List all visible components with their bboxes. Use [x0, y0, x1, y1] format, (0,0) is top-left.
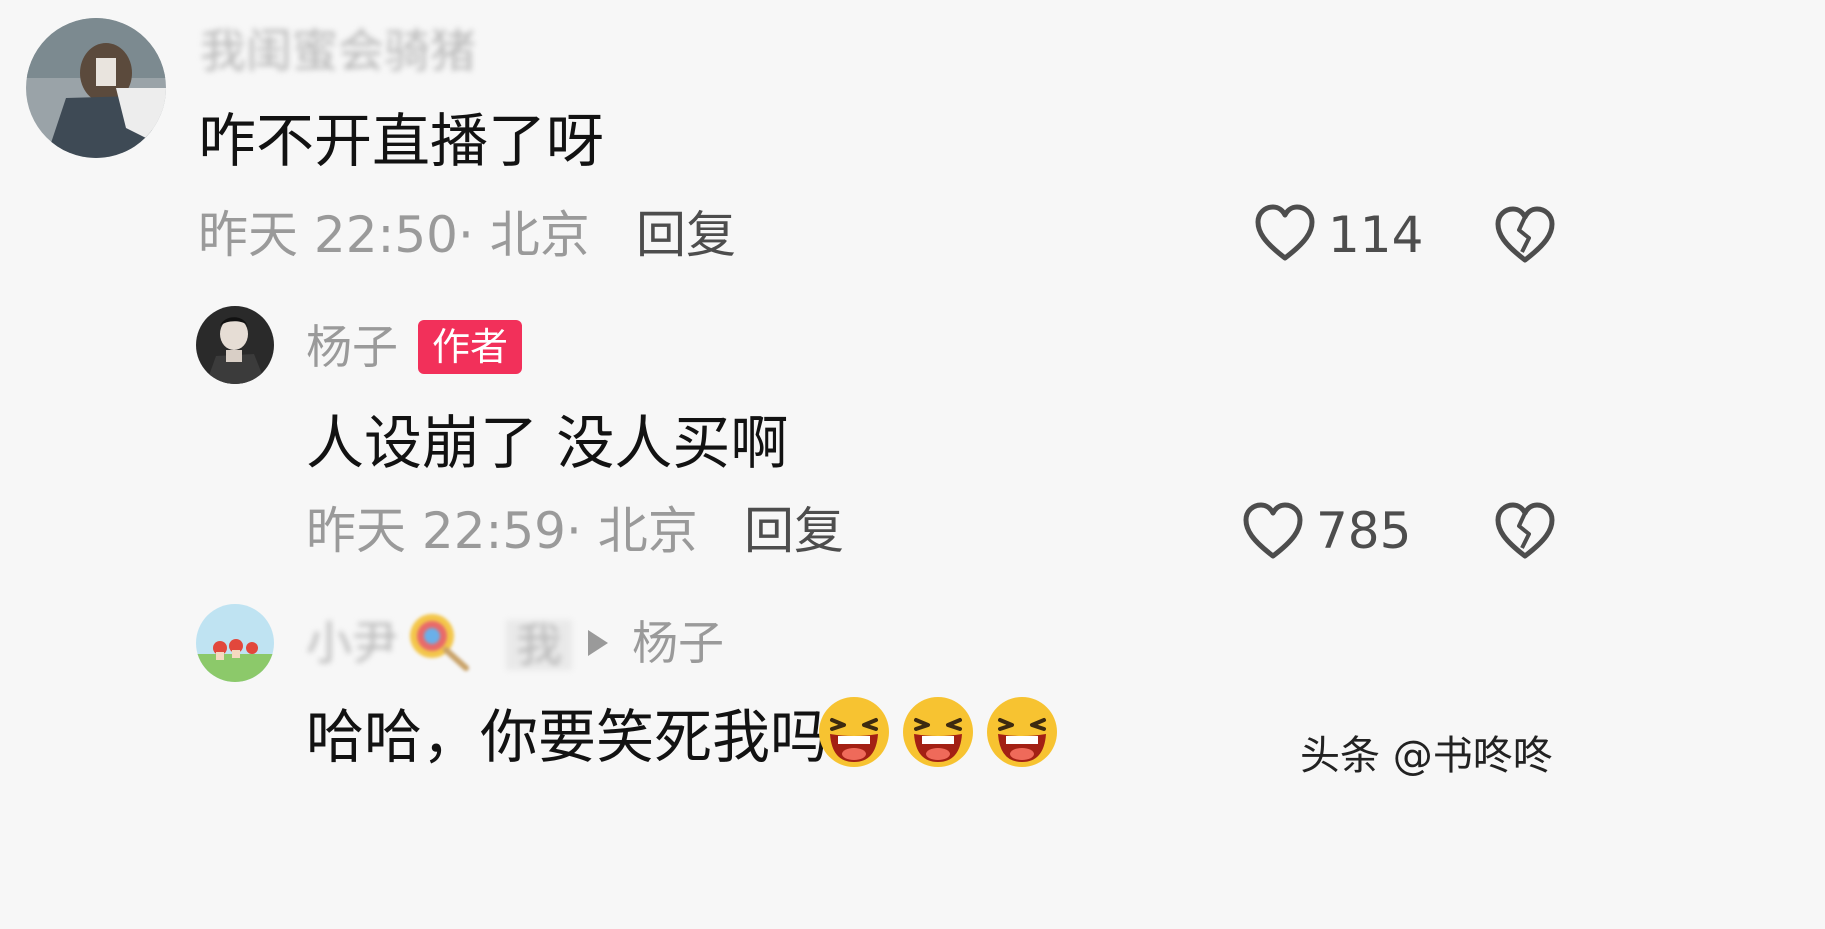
comment-text: 咋不开直播了呀 — [198, 107, 605, 175]
laughing-emoji-icon — [900, 694, 976, 770]
comment-text: 人设崩了 没人买啊 — [306, 409, 789, 477]
laughing-emoji-icon — [984, 694, 1060, 770]
comment-username[interactable]: 小尹 — [306, 620, 398, 666]
comment-time-location: 昨天 22:59· 北京 — [306, 502, 698, 560]
like-count: 785 — [1316, 502, 1412, 560]
comment-time-location: 昨天 22:50· 北京 — [198, 206, 590, 264]
triangle-right-icon — [586, 628, 610, 658]
heart-outline-icon[interactable] — [1242, 502, 1304, 560]
avatar[interactable] — [196, 306, 274, 384]
laughing-emoji-icon — [816, 694, 892, 770]
author-badge: 作者 — [418, 320, 523, 374]
username-tag: 我 — [506, 620, 572, 670]
broken-heart-icon[interactable] — [1494, 502, 1556, 560]
like-count: 114 — [1328, 206, 1424, 264]
comment-username[interactable]: 杨子 — [306, 324, 398, 370]
broken-heart-icon[interactable] — [1494, 206, 1556, 264]
comment-text: 哈哈，你要笑死我吗 — [306, 703, 829, 771]
lollipop-icon — [406, 610, 470, 672]
watermark: 头条 @书咚咚 — [1300, 733, 1553, 779]
avatar[interactable] — [26, 18, 166, 158]
reply-button[interactable]: 回复 — [636, 210, 736, 260]
avatar[interactable] — [196, 604, 274, 682]
reply-button[interactable]: 回复 — [744, 506, 844, 556]
comment-username[interactable]: 我闺蜜会骑猪 — [200, 28, 476, 74]
heart-outline-icon[interactable] — [1254, 204, 1316, 262]
reply-to-username[interactable]: 杨子 — [632, 620, 724, 666]
